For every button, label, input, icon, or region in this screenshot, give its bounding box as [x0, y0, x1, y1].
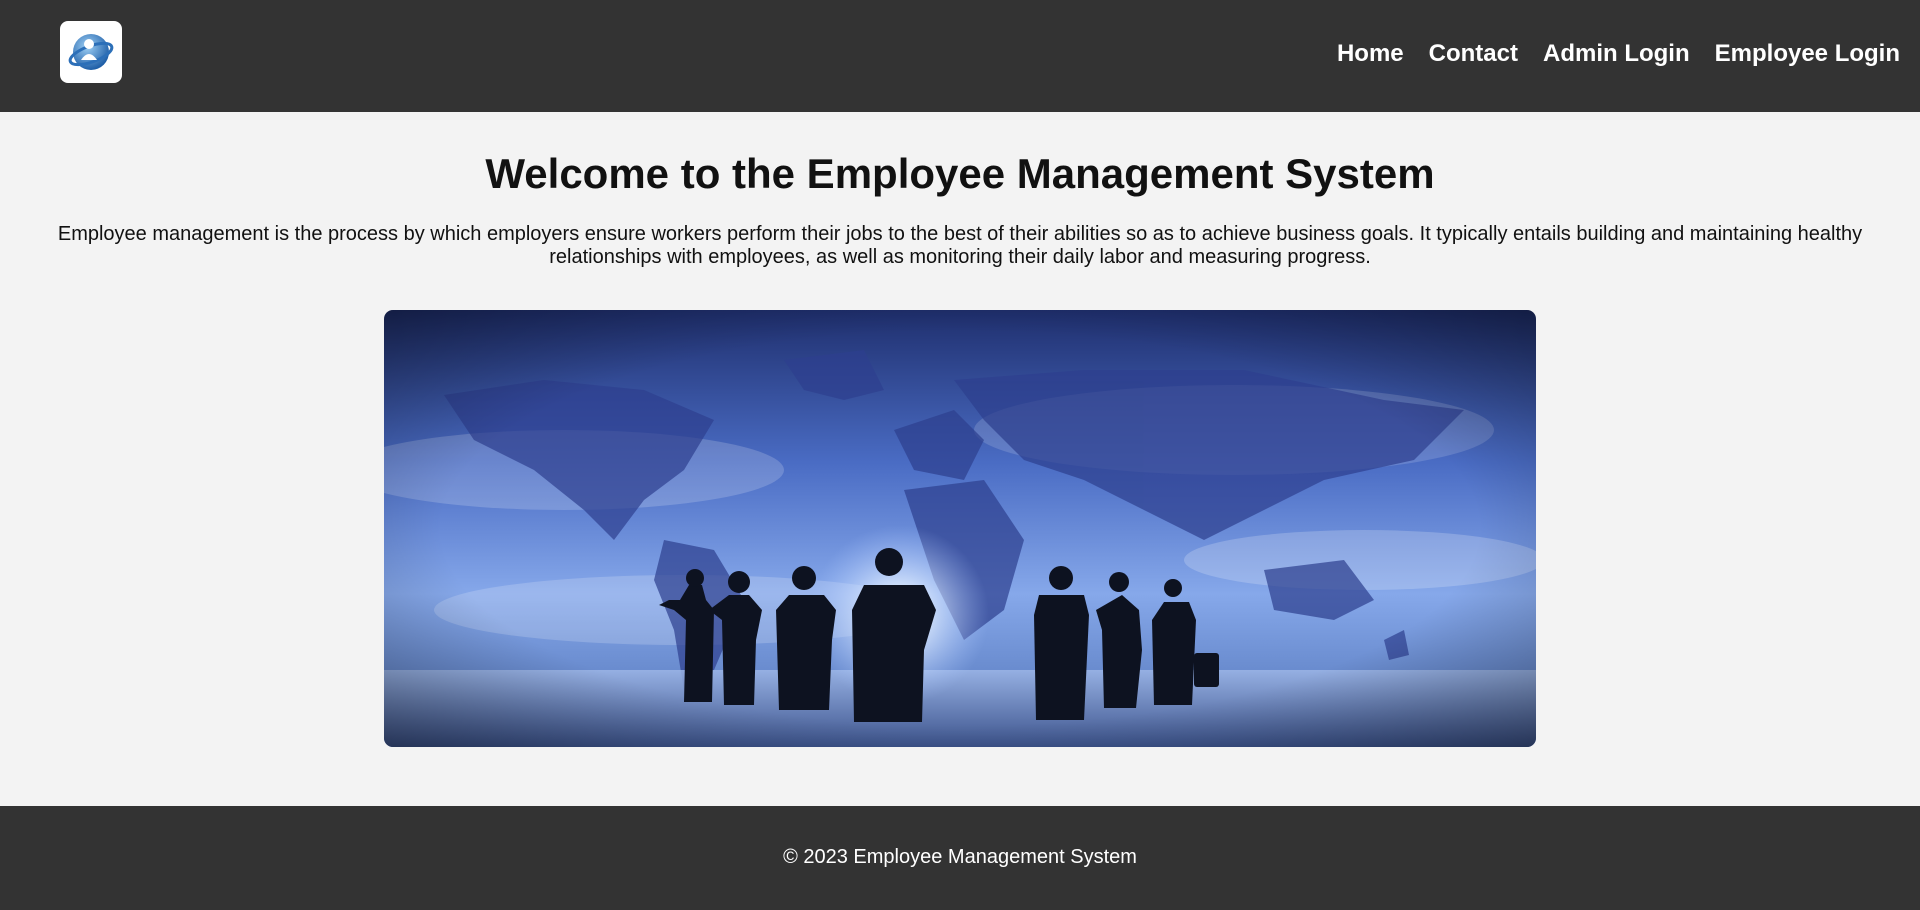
site-header: Home Contact Admin Login Employee Login — [0, 0, 1920, 112]
page-title: Welcome to the Employee Management Syste… — [485, 150, 1435, 197]
nav-contact-link[interactable]: Contact — [1429, 38, 1518, 70]
logo[interactable] — [60, 21, 122, 83]
footer-copyright: © 2023 Employee Management System — [783, 846, 1137, 868]
nav-admin-login-link[interactable]: Admin Login — [1543, 38, 1690, 70]
hero-image — [384, 310, 1536, 747]
site-footer: © 2023 Employee Management System — [0, 806, 1920, 910]
page-description: Employee management is the process by wh… — [57, 223, 1863, 268]
employee-globe-logo-icon — [68, 34, 114, 70]
nav-employee-login-link[interactable]: Employee Login — [1715, 38, 1900, 70]
main-nav: Home Contact Admin Login Employee Login — [1337, 38, 1900, 70]
nav-home-link[interactable]: Home — [1337, 38, 1404, 70]
